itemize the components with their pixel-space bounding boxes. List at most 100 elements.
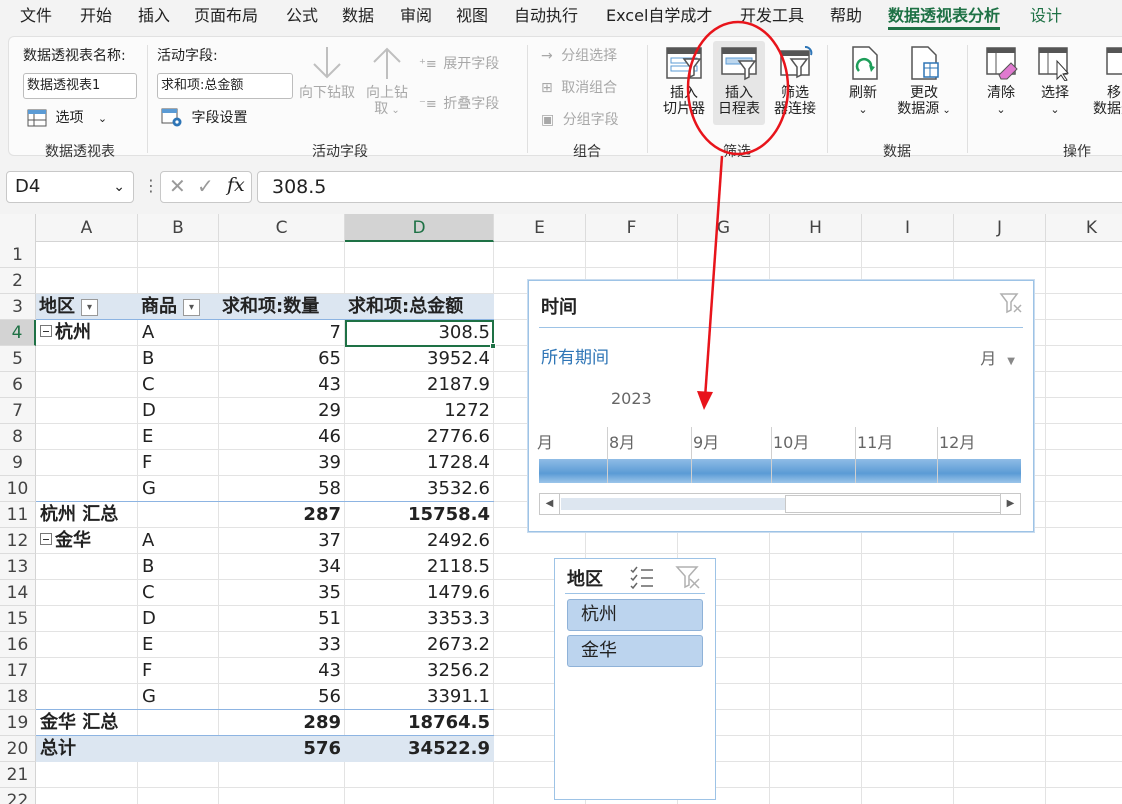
collapse-field-button[interactable]: ⁻≡ 折叠字段 [419,93,499,113]
cancel-x-icon[interactable]: ✕ [169,174,186,198]
region-cell[interactable]: 杭州 [36,320,138,346]
tab-page-layout[interactable]: 页面布局 [194,4,258,30]
select-all-corner[interactable] [0,214,36,242]
qty-cell[interactable]: 37 [219,528,345,554]
change-source-button[interactable]: 更改 数据源 ⌄ [891,45,957,119]
row-header-15[interactable]: 15 [0,606,36,632]
column-header-g[interactable]: G [678,214,770,242]
insert-timeline-button[interactable]: 插入 日程表 [713,41,765,125]
tab-excel-learn[interactable]: Excel自学成才 [606,4,712,30]
refresh-button[interactable]: 刷新 ⌄ [835,45,891,118]
row-header-7[interactable]: 7 [0,398,36,424]
pivot-header-1[interactable]: 商品 ▾ [138,294,219,320]
active-field-input[interactable]: 求和项:总金额 [157,73,293,99]
amount-cell[interactable]: 3353.3 [345,606,494,632]
amount-cell[interactable]: 3391.1 [345,684,494,710]
qty-cell[interactable]: 56 [219,684,345,710]
item-cell[interactable]: A [138,528,219,554]
name-box[interactable]: D4 ⌄ [6,171,134,203]
tab-automate[interactable]: 自动执行 [514,4,578,30]
item-cell[interactable]: B [138,554,219,580]
timeline-slicer[interactable]: 时间 所有期间 月 ▼ 2023 月 8月 9月 10月 11月 12月 ◀ ▶ [528,280,1034,532]
timeline-selected-bar[interactable] [539,459,1021,483]
insert-function-icon[interactable]: fx [227,174,245,196]
clear-filter-icon[interactable] [999,291,1023,315]
amount-cell[interactable]: 34522.9 [345,736,494,762]
qty-cell[interactable]: 51 [219,606,345,632]
row-header-11[interactable]: 11 [0,502,36,528]
row-header-16[interactable]: 16 [0,632,36,658]
row-header-2[interactable]: 2 [0,268,36,294]
amount-cell[interactable]: 2776.6 [345,424,494,450]
column-header-f[interactable]: F [586,214,678,242]
column-header-h[interactable]: H [770,214,862,242]
qty-cell[interactable]: 287 [219,502,345,528]
column-header-d[interactable]: D [345,214,494,242]
tab-view[interactable]: 视图 [456,4,488,30]
group-selection-button[interactable]: → 分组选择 [541,45,617,65]
column-header-a[interactable]: A [36,214,138,242]
item-cell[interactable]: C [138,580,219,606]
select-button[interactable]: 选择 ⌄ [1029,45,1081,118]
filter-dropdown-icon[interactable]: ▾ [183,298,200,316]
row-header-17[interactable]: 17 [0,658,36,684]
drill-up-button[interactable]: 向上钻 取 ⌄ [361,45,413,119]
collapse-minus-icon[interactable] [40,325,52,337]
tab-formulas[interactable]: 公式 [286,4,318,30]
column-header-j[interactable]: J [954,214,1046,242]
subtotal-label[interactable]: 杭州 汇总 [36,502,219,528]
amount-cell[interactable]: 1272 [345,398,494,424]
scroll-right-icon[interactable]: ▶ [1000,494,1020,514]
row-header-9[interactable]: 9 [0,450,36,476]
amount-cell[interactable]: 15758.4 [345,502,494,528]
item-cell[interactable]: D [138,606,219,632]
tab-help[interactable]: 帮助 [830,4,862,30]
slicer-item-jinhua[interactable]: 金华 [567,635,703,667]
filter-dropdown-icon[interactable]: ▾ [81,298,98,316]
options-button[interactable]: 选项 ⌄ [27,107,107,129]
qty-cell[interactable]: 65 [219,346,345,372]
amount-cell[interactable]: 1479.6 [345,580,494,606]
item-cell[interactable]: F [138,658,219,684]
tab-review[interactable]: 审阅 [400,4,432,30]
item-cell[interactable]: F [138,450,219,476]
scroll-thumb[interactable] [785,495,1001,513]
scroll-left-icon[interactable]: ◀ [540,494,560,514]
item-cell[interactable]: E [138,424,219,450]
drill-down-button[interactable]: 向下钻取 [295,45,359,101]
formula-input[interactable]: 308.5 [257,171,1122,203]
row-header-6[interactable]: 6 [0,372,36,398]
fill-handle[interactable] [490,343,496,349]
item-cell[interactable]: D [138,398,219,424]
row-header-20[interactable]: 20 [0,736,36,762]
region-cell[interactable]: 金华 [36,528,138,554]
row-header-22[interactable]: 22 [0,788,36,804]
pivot-header-2[interactable]: 求和项:数量 [219,294,345,320]
row-header-21[interactable]: 21 [0,762,36,788]
row-header-19[interactable]: 19 [0,710,36,736]
qty-cell[interactable]: 35 [219,580,345,606]
row-header-18[interactable]: 18 [0,684,36,710]
tab-developer[interactable]: 开发工具 [740,4,804,30]
pivot-header-3[interactable]: 求和项:总金额 [345,294,494,320]
collapse-minus-icon[interactable] [40,533,52,545]
multi-select-icon[interactable] [629,565,655,589]
expand-field-button[interactable]: ⁺≡ 展开字段 [419,53,499,73]
slicer-clear-filter-icon[interactable] [675,565,701,589]
column-header-i[interactable]: I [862,214,954,242]
row-header-4[interactable]: 4 [0,320,36,346]
amount-cell[interactable]: 1728.4 [345,450,494,476]
move-pivot-button[interactable]: 移 数据透 [1083,45,1122,117]
row-header-8[interactable]: 8 [0,424,36,450]
qty-cell[interactable]: 58 [219,476,345,502]
qty-cell[interactable]: 33 [219,632,345,658]
amount-cell[interactable]: 2118.5 [345,554,494,580]
timeline-level-select[interactable]: 月 ▼ [980,345,1015,369]
row-header-10[interactable]: 10 [0,476,36,502]
column-header-k[interactable]: K [1046,214,1122,242]
amount-cell[interactable]: 2673.2 [345,632,494,658]
timeline-scrollbar[interactable]: ◀ ▶ [539,493,1021,515]
row-header-12[interactable]: 12 [0,528,36,554]
qty-cell[interactable]: 289 [219,710,345,736]
enter-check-icon[interactable]: ✓ [197,174,214,198]
